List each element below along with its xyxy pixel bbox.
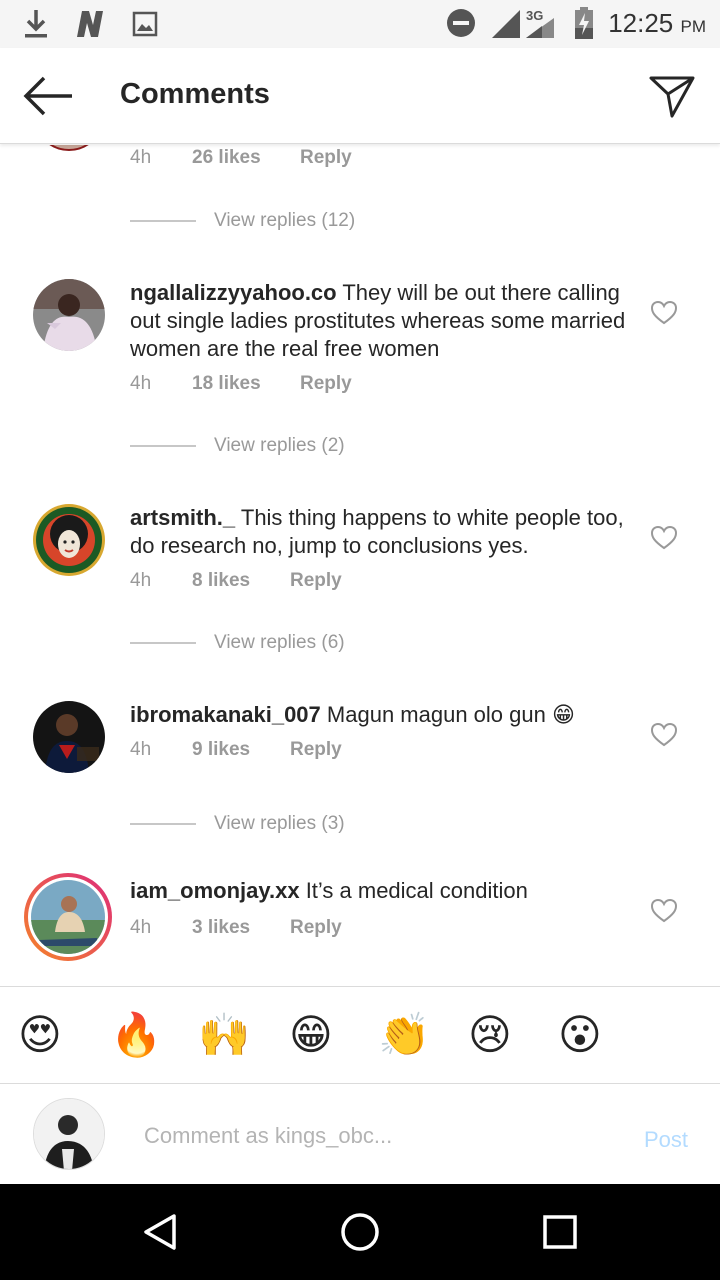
back-triangle-icon[interactable] (140, 1212, 180, 1252)
reply-button[interactable]: Reply (300, 373, 352, 395)
n-notification-icon (77, 11, 103, 37)
comment-time: 4h (130, 917, 152, 938)
view-replies-button[interactable]: View replies (12) (130, 210, 355, 232)
avatar (33, 1098, 105, 1170)
network-type: 3G (526, 8, 543, 23)
emoji-surprised[interactable]: 😮 (558, 1009, 602, 1061)
comment-time: 4h (130, 739, 152, 760)
image-icon (132, 11, 158, 37)
reply-button[interactable]: Reply (290, 570, 342, 592)
comment-composer: Post (0, 1085, 720, 1185)
story-ring[interactable] (24, 873, 112, 961)
comments-list[interactable]: 4h 26 likes Reply View replies (12) ngal… (0, 145, 720, 985)
avatar[interactable] (33, 701, 105, 773)
view-replies-label: View replies (6) (214, 632, 345, 653)
clock: 12:25 PM (608, 8, 706, 39)
comment-body: Magun magun olo gun 😁 (326, 702, 575, 727)
reply-button[interactable]: Reply (290, 917, 342, 939)
reply-button[interactable]: Reply (300, 147, 352, 169)
likes-count[interactable]: 9 likes (192, 739, 290, 761)
post-button[interactable]: Post (644, 1127, 688, 1153)
emoji-raised-hands[interactable]: 🙌 (198, 1009, 250, 1061)
view-replies-label: View replies (12) (214, 210, 356, 231)
divider-line (130, 823, 196, 825)
comment-meta: 4h 3 likes Reply (130, 917, 342, 939)
do-not-disturb-icon (447, 9, 476, 37)
comment-meta: 4h 18 likes Reply (130, 373, 352, 395)
avatar[interactable] (34, 145, 104, 151)
avatar[interactable] (33, 279, 105, 351)
comment-username[interactable]: ibromakanaki_007 (130, 702, 321, 727)
comment-text: iam_omonjay.xx It’s a medical condition (130, 877, 630, 905)
home-circle-icon[interactable] (340, 1212, 380, 1252)
heart-icon[interactable] (651, 526, 677, 550)
clock-time: 12:25 (608, 7, 674, 38)
likes-count[interactable]: 18 likes (192, 373, 300, 395)
avatar[interactable] (33, 504, 105, 576)
emoji-heart-eyes[interactable]: 😍 (18, 1009, 62, 1061)
divider-line (130, 220, 196, 222)
likes-count[interactable]: 8 likes (192, 570, 290, 592)
comment-meta: 4h 26 likes Reply (130, 147, 352, 169)
comment-input[interactable] (144, 1119, 614, 1153)
heart-icon[interactable] (651, 899, 677, 923)
comment-meta: 4h 8 likes Reply (130, 570, 342, 592)
likes-count[interactable]: 3 likes (192, 917, 290, 939)
comment-meta: 4h 9 likes Reply (130, 739, 342, 761)
comment-username[interactable]: artsmith._ (130, 505, 235, 530)
comment-time: 4h (130, 147, 152, 168)
system-nav-bar (0, 1184, 720, 1280)
divider-line (130, 445, 196, 447)
share-button[interactable] (648, 72, 696, 120)
divider-line (130, 642, 196, 644)
comment-time: 4h (130, 570, 152, 591)
comment-time: 4h (130, 373, 152, 394)
comment-body: It’s a medical condition (305, 878, 528, 903)
battery-charging-icon (575, 7, 594, 39)
recents-square-icon[interactable] (540, 1212, 580, 1252)
likes-count[interactable]: 26 likes (192, 147, 300, 169)
emoji-fire[interactable]: 🔥 (110, 1009, 162, 1061)
view-replies-label: View replies (3) (214, 813, 345, 834)
arrow-left-icon (23, 76, 72, 116)
view-replies-button[interactable]: View replies (3) (130, 813, 345, 835)
emoji-quick-bar: 😍 🔥 🙌 😁 👏 😢 😮 (0, 986, 720, 1084)
status-bar: 3G 12:25 PM (0, 0, 720, 48)
view-replies-label: View replies (2) (214, 435, 345, 456)
view-replies-button[interactable]: View replies (6) (130, 632, 345, 654)
reply-button[interactable]: Reply (290, 739, 342, 761)
comment-username[interactable]: iam_omonjay.xx (130, 878, 300, 903)
comment-text: ibromakanaki_007 Magun magun olo gun 😁 (130, 701, 630, 729)
send-icon (649, 76, 695, 118)
heart-icon[interactable] (651, 723, 677, 747)
heart-icon[interactable] (651, 301, 677, 325)
comment-text: artsmith._ This thing happens to white p… (130, 504, 630, 560)
clock-ampm: PM (680, 16, 707, 36)
comment-username[interactable]: ngallalizzyyahoo.co (130, 280, 337, 305)
page-title: Comments (120, 78, 270, 110)
app-bar: Comments (0, 48, 720, 144)
emoji-grin[interactable]: 😁 (289, 1009, 333, 1061)
emoji-sad[interactable]: 😢 (468, 1009, 512, 1061)
view-replies-button[interactable]: View replies (2) (130, 435, 345, 457)
signal-icon: 3G (492, 8, 555, 38)
back-button[interactable] (22, 74, 74, 118)
comment-text: ngallalizzyyahoo.co They will be out the… (130, 279, 630, 363)
emoji-clap[interactable]: 👏 (378, 1009, 430, 1061)
download-icon (25, 10, 47, 38)
avatar (31, 880, 105, 954)
